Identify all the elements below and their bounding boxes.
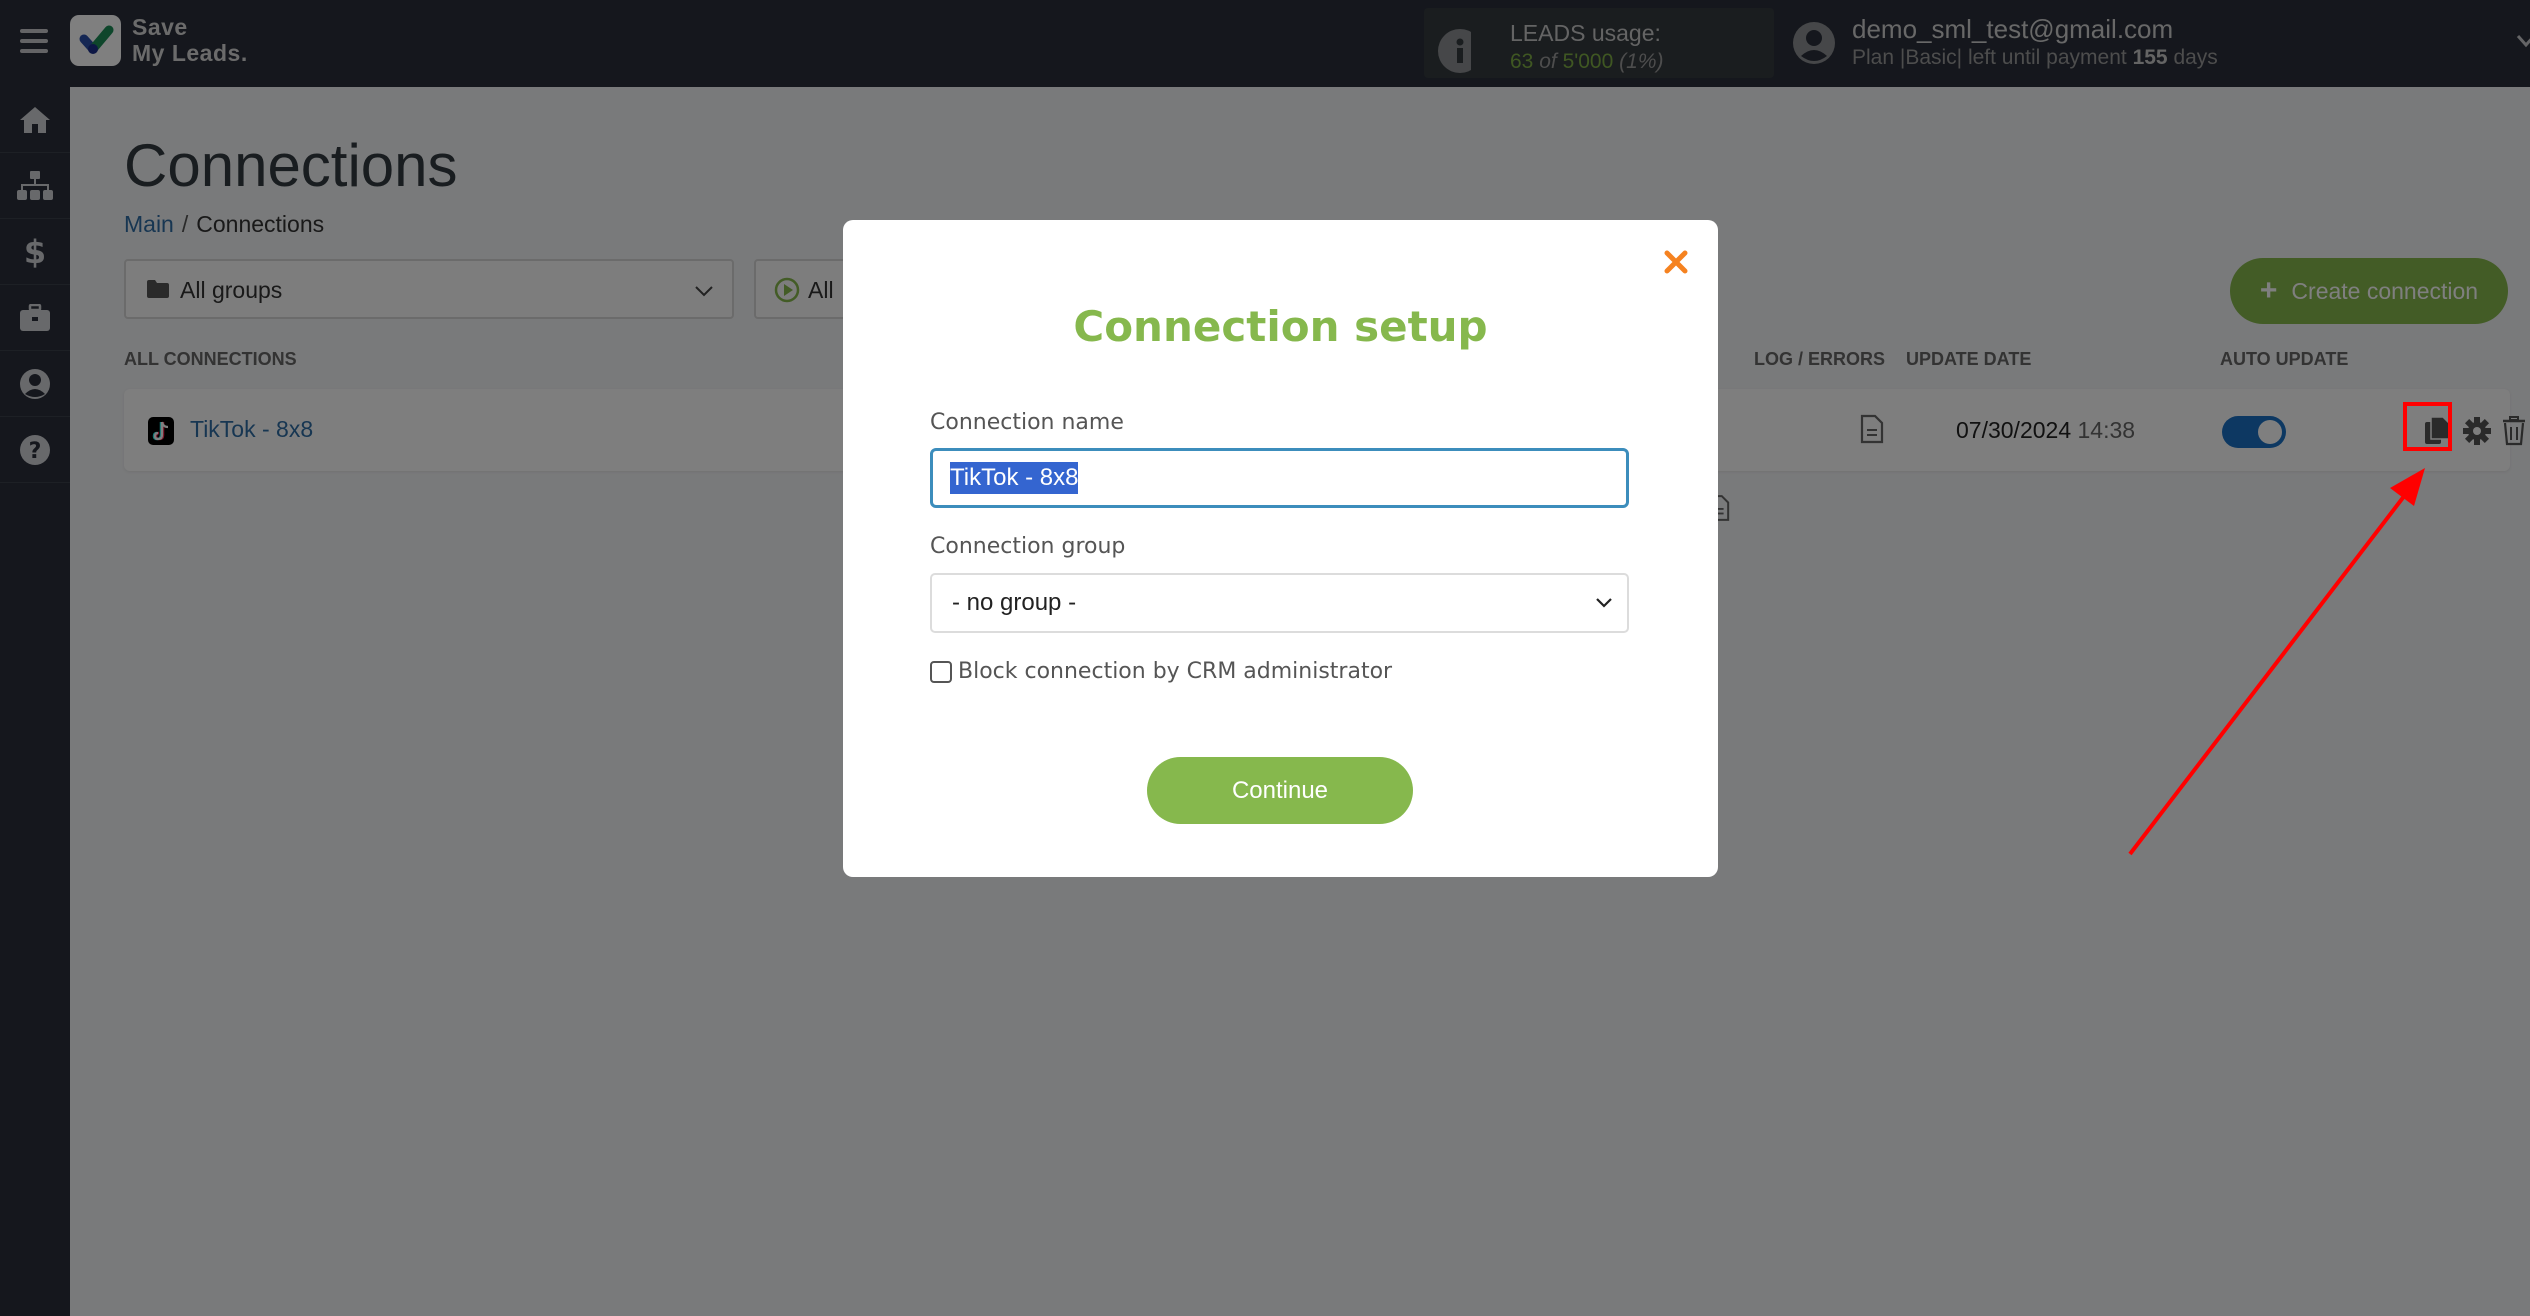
connection-group-value: - no group - xyxy=(952,589,1077,616)
close-icon[interactable] xyxy=(1662,248,1690,276)
chevron-down-icon xyxy=(1596,598,1612,608)
block-connection-checkbox-row[interactable]: Block connection by CRM administrator xyxy=(930,659,1392,684)
connection-name-value: TikTok - 8x8 xyxy=(950,462,1079,494)
block-connection-checkbox[interactable] xyxy=(930,660,952,683)
modal-title: Connection setup xyxy=(1073,302,1488,351)
connection-group-label: Connection group xyxy=(930,534,1126,559)
block-connection-label[interactable]: Block connection by CRM administrator xyxy=(958,659,1392,684)
connection-group-select[interactable]: - no group - xyxy=(930,573,1629,633)
connection-setup-modal: Connection setup Connection name TikTok … xyxy=(843,220,1718,877)
connection-name-input[interactable]: TikTok - 8x8 xyxy=(930,448,1629,508)
connection-name-label: Connection name xyxy=(930,410,1124,435)
continue-button[interactable]: Continue xyxy=(1147,757,1413,824)
